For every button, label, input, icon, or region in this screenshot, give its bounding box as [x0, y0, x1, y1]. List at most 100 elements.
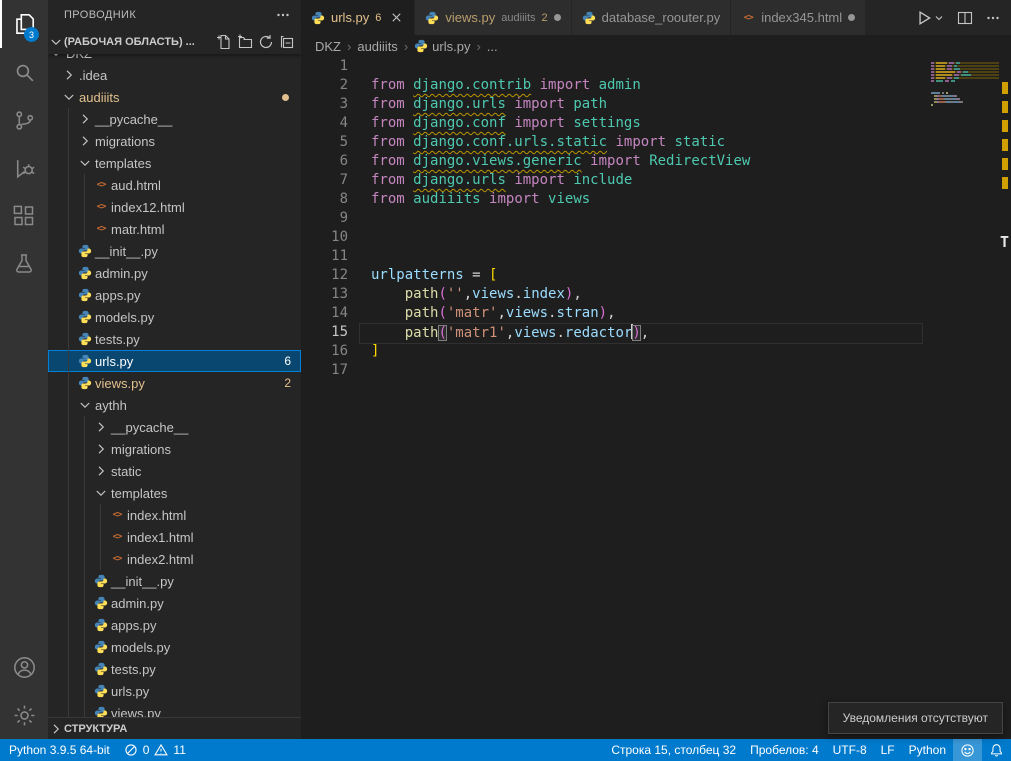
activity-testing[interactable]	[0, 240, 48, 288]
tree-file-tests.py[interactable]: tests.py	[48, 658, 301, 680]
refresh-button-icon[interactable]	[258, 34, 274, 50]
code-line-4[interactable]: 4from django.conf import settings	[301, 114, 1011, 133]
code-line-6[interactable]: 6from django.views.generic import Redire…	[301, 152, 1011, 171]
code-line-2[interactable]: 2from django.contrib import admin	[301, 76, 1011, 95]
tree-folder-static[interactable]: static	[48, 460, 301, 482]
tree-folder-migrations[interactable]: migrations	[48, 438, 301, 460]
tree-file-admin.py[interactable]: admin.py	[48, 262, 301, 284]
status-python-version[interactable]: Python 3.9.5 64-bit	[2, 739, 117, 761]
code-token: ,	[497, 305, 505, 321]
more-button[interactable]	[985, 10, 1001, 26]
tree-folder-migrations[interactable]: migrations	[48, 130, 301, 152]
status-cursor-position[interactable]: Строка 15, столбец 32	[604, 739, 743, 761]
run-python-file-button[interactable]	[915, 9, 945, 27]
code-line-13[interactable]: 13 path('',views.index),	[301, 285, 1011, 304]
code-line-5[interactable]: 5from django.conf.urls.static import sta…	[301, 133, 1011, 152]
tree-file-index.html[interactable]: <>index.html	[48, 504, 301, 526]
tree-item-label: models.py	[111, 640, 170, 655]
tree-folder-__pycache__[interactable]: __pycache__	[48, 416, 301, 438]
smiley-icon	[960, 743, 975, 758]
tree-file-matr.html[interactable]: <>matr.html	[48, 218, 301, 240]
tree-file-tests.py[interactable]: tests.py	[48, 328, 301, 350]
activity-run-debug[interactable]	[0, 144, 48, 192]
activity-badge: 3	[24, 27, 39, 42]
breadcrumb-item-audiiits[interactable]: audiiits	[357, 39, 397, 54]
code-line-7[interactable]: 7from django.urls import include	[301, 171, 1011, 190]
code-line-12[interactable]: 12urlpatterns = [	[301, 266, 1011, 285]
status-notifications[interactable]	[982, 739, 1011, 761]
tab-database_roouter.py[interactable]: database_roouter.py	[572, 0, 732, 35]
code-editor[interactable]: 12from django.contrib import admin3from …	[301, 57, 1011, 739]
code-line-14[interactable]: 14 path('matr',views.stran),	[301, 304, 1011, 323]
tree-folder-aythh[interactable]: aythh	[48, 394, 301, 416]
breadcrumb-item-urls.py[interactable]: urls.py	[414, 39, 470, 54]
tree-file-models.py[interactable]: models.py	[48, 636, 301, 658]
code-token	[405, 77, 413, 93]
breadcrumb-item-...[interactable]: ...	[487, 39, 498, 54]
chevron-right-icon	[93, 441, 109, 457]
tree-file-views.py[interactable]: views.py	[48, 702, 301, 717]
minimap[interactable]	[931, 57, 999, 110]
tree-folder-.idea[interactable]: .idea	[48, 64, 301, 86]
tree-file-index12.html[interactable]: <>index12.html	[48, 196, 301, 218]
tree-folder-templates[interactable]: templates	[48, 482, 301, 504]
code-line-1[interactable]: 1	[301, 57, 1011, 76]
activity-extensions[interactable]	[0, 192, 48, 240]
notification-toast[interactable]: Уведомления отсутствуют	[828, 702, 1003, 734]
line-number: 14	[301, 304, 348, 323]
code-line-3[interactable]: 3from django.urls import path	[301, 95, 1011, 114]
code-line-9[interactable]: 9	[301, 209, 1011, 228]
breadcrumb-item-DKZ[interactable]: DKZ	[315, 39, 341, 54]
tree-file-aud.html[interactable]: <>aud.html	[48, 174, 301, 196]
status-encoding[interactable]: UTF-8	[826, 739, 874, 761]
activity-search[interactable]	[0, 48, 48, 96]
breadcrumb-separator: ›	[347, 39, 351, 54]
code-line-10[interactable]: 10	[301, 228, 1011, 247]
code-token	[481, 267, 489, 283]
tree-file-models.py[interactable]: models.py	[48, 306, 301, 328]
status-language[interactable]: Python	[902, 739, 953, 761]
code-line-17[interactable]: 17	[301, 361, 1011, 380]
html-icon: <>	[109, 554, 125, 564]
indent-guide	[84, 636, 85, 658]
tree-file-__init__.py[interactable]: __init__.py	[48, 240, 301, 262]
tree-file-index2.html[interactable]: <>index2.html	[48, 548, 301, 570]
new-folder-button-icon[interactable]	[237, 34, 253, 50]
new-file-button-icon[interactable]	[216, 34, 232, 50]
activity-account[interactable]	[0, 643, 48, 691]
tree-file-urls.py[interactable]: urls.py	[48, 680, 301, 702]
workspace-section-header[interactable]: (РАБОЧАЯ ОБЛАСТЬ) ...	[48, 30, 301, 54]
tab-index345.html[interactable]: <>index345.html	[731, 0, 866, 35]
status-problems[interactable]: 011	[117, 739, 193, 761]
activity-source-control[interactable]	[0, 96, 48, 144]
status-indentation[interactable]: Пробелов: 4	[743, 739, 826, 761]
code-line-16[interactable]: 16]	[301, 342, 1011, 361]
tab-views.py[interactable]: views.pyaudiiits2	[415, 0, 571, 35]
split-editor-button[interactable]	[957, 10, 973, 26]
sidebar-more-actions-icon[interactable]	[275, 7, 291, 23]
close-icon[interactable]	[389, 10, 404, 25]
status-feedback[interactable]	[953, 739, 982, 761]
tree-folder-__pycache__[interactable]: __pycache__	[48, 108, 301, 130]
outline-section-header[interactable]: СТРУКТУРА	[48, 717, 301, 739]
code-line-15[interactable]: 15 path('matr1',views.redactor),	[301, 323, 1011, 342]
tree-file-__init__.py[interactable]: __init__.py	[48, 570, 301, 592]
tree-file-views.py[interactable]: views.py2	[48, 372, 301, 394]
tree-file-admin.py[interactable]: admin.py	[48, 592, 301, 614]
code-line-11[interactable]: 11	[301, 247, 1011, 266]
tree-file-index1.html[interactable]: <>index1.html	[48, 526, 301, 548]
activity-explorer[interactable]: 3	[0, 0, 48, 48]
tree-folder-templates[interactable]: templates	[48, 152, 301, 174]
tree-folder-audiiits[interactable]: audiiits	[48, 86, 301, 108]
collapse-all-button-icon[interactable]	[279, 34, 295, 50]
python-icon	[414, 39, 428, 53]
tab-urls.py[interactable]: urls.py6	[301, 0, 415, 35]
status-eol[interactable]: LF	[874, 739, 902, 761]
code-line-8[interactable]: 8from audiiits import views	[301, 190, 1011, 209]
activity-settings[interactable]	[0, 691, 48, 739]
tree-file-apps.py[interactable]: apps.py	[48, 614, 301, 636]
code-token: django.conf.urls.static	[413, 134, 607, 150]
tree-file-urls.py[interactable]: urls.py6	[48, 350, 301, 372]
tree-file-apps.py[interactable]: apps.py	[48, 284, 301, 306]
tree-folder-DKZ[interactable]: DKZ	[48, 54, 301, 64]
